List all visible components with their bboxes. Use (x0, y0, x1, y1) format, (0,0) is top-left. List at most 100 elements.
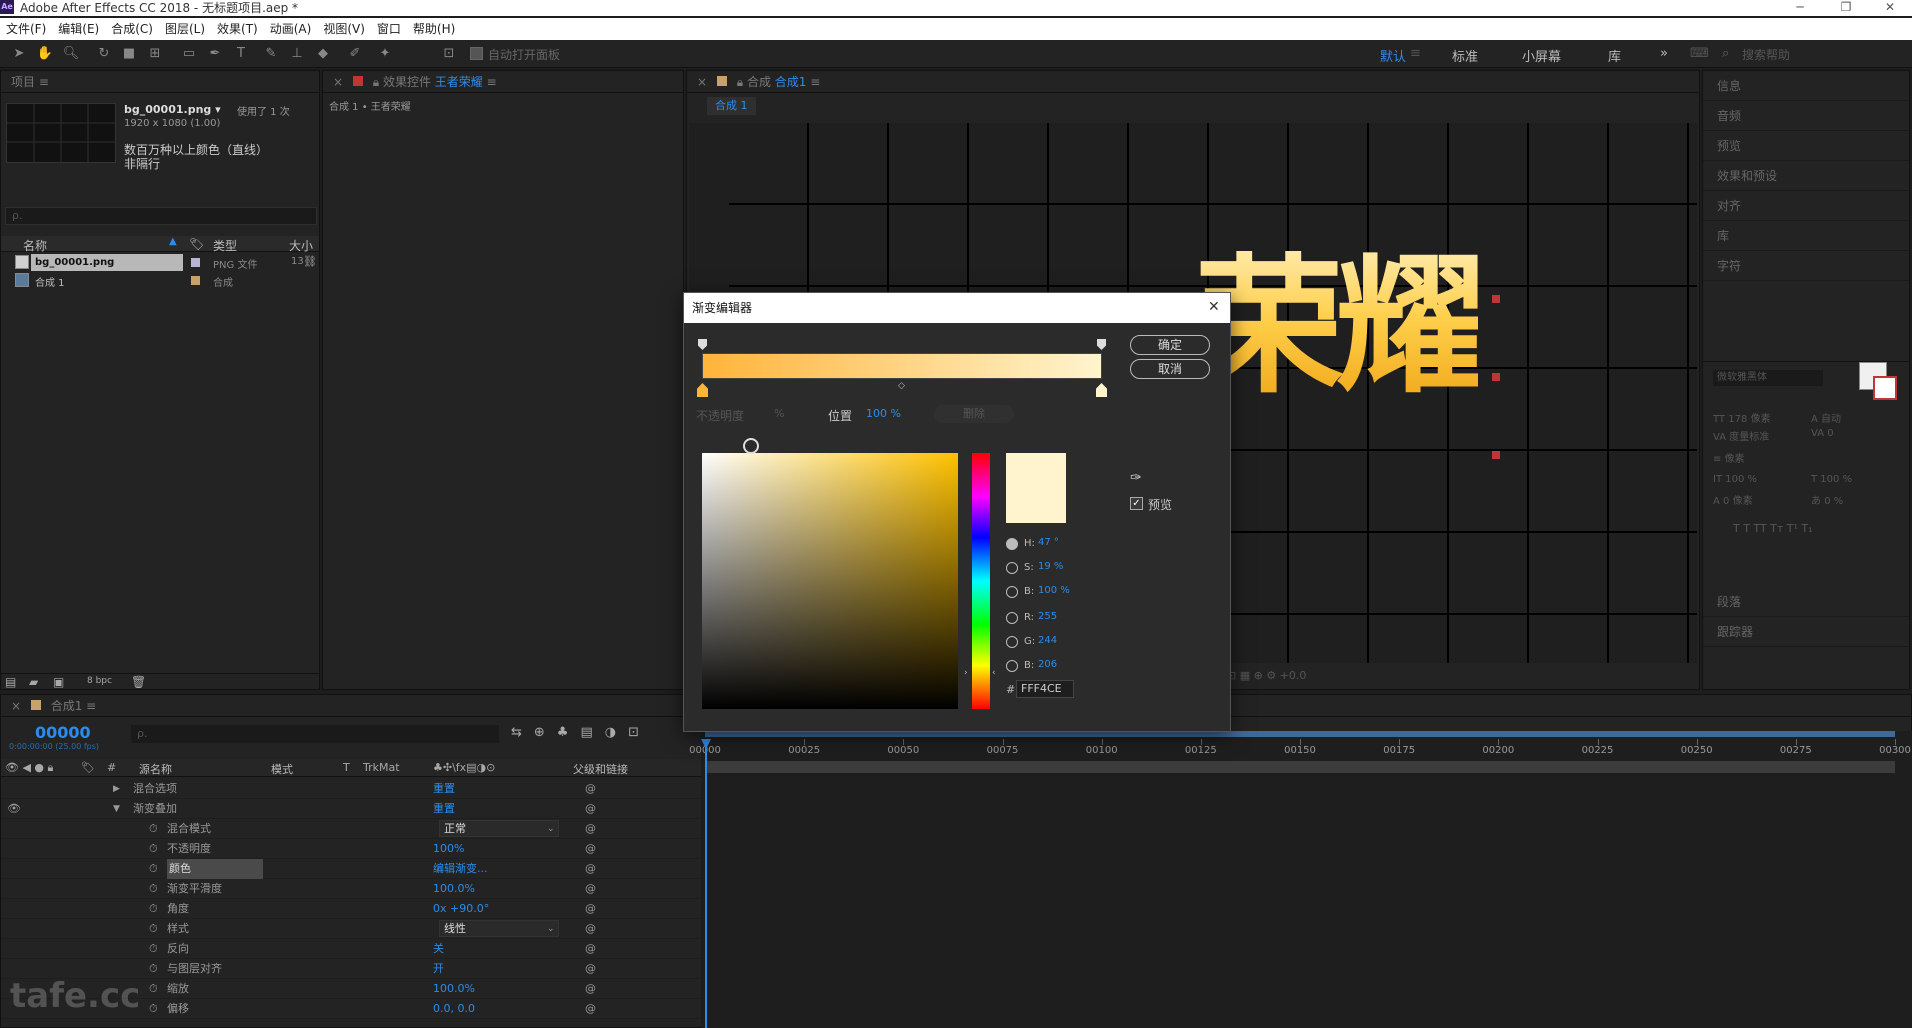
menu-item[interactable]: 文件(F) (0, 18, 52, 40)
trkmat-header[interactable]: TrkMat (363, 761, 400, 774)
preview-checkbox[interactable]: ✓ (1130, 497, 1143, 510)
effect-controls-layer[interactable]: 王者荣耀 (435, 75, 483, 89)
restore-icon[interactable]: ❐ (1826, 0, 1866, 14)
stroke-width-field[interactable]: ≡ 像素 (1713, 450, 1745, 465)
label-color-swatch[interactable] (191, 258, 200, 267)
vertical-scale-field[interactable]: IT 100 % (1713, 474, 1757, 485)
color-stop-left[interactable] (697, 383, 708, 397)
stopwatch-icon[interactable]: ⏱︎ (149, 919, 158, 939)
pickwhip-icon[interactable]: @ (585, 799, 596, 819)
clone-stamp-tool-icon[interactable]: ⊥ (288, 45, 306, 63)
column-type[interactable]: 类型 (213, 237, 237, 254)
hue-slider[interactable] (972, 453, 990, 709)
property-label[interactable]: 角度 (167, 899, 189, 919)
color-mode-radio[interactable] (1006, 586, 1018, 598)
timeline-switch-icons[interactable]: ⇆⊕♣▤◑⊡ (511, 725, 651, 740)
twirl-arrow-icon[interactable]: ▶ (113, 779, 120, 799)
pickwhip-icon[interactable]: @ (585, 919, 596, 939)
property-value[interactable]: 100.0% (433, 879, 475, 899)
menu-item[interactable]: 效果(T) (211, 18, 264, 40)
color-component-field[interactable]: S: 19 % (1006, 559, 1126, 577)
av-switch-icons[interactable]: 👁︎ ◀ ● 🔒︎ (5, 761, 53, 775)
timeline-property-row[interactable]: ⏱︎ 渐变平滑度 100.0% @ (1, 879, 701, 899)
selection-tool-icon[interactable]: ➤ (10, 45, 28, 63)
stopwatch-icon[interactable]: ⏱︎ (149, 859, 158, 879)
parent-header[interactable]: 父级和链接 (573, 761, 628, 777)
close-tab-icon[interactable]: × (11, 699, 21, 713)
close-icon[interactable]: ✕ (1870, 0, 1910, 14)
property-label[interactable]: 混合选项 (133, 779, 177, 799)
menu-item[interactable]: 合成(C) (105, 18, 159, 40)
ok-button[interactable]: 确定 (1130, 335, 1210, 355)
opacity-stop-left[interactable] (698, 339, 707, 350)
property-label[interactable]: 渐变叠加 (133, 799, 177, 819)
pickwhip-icon[interactable]: @ (585, 939, 596, 959)
vertical-scale-value[interactable]: 100 % (1725, 474, 1757, 485)
work-area-bar[interactable] (705, 761, 1895, 773)
paragraph-panel[interactable]: 段落 (1703, 587, 1909, 617)
stopwatch-icon[interactable]: ⏱︎ (149, 899, 158, 919)
pickwhip-icon[interactable]: @ (585, 839, 596, 859)
menu-item[interactable]: 窗口 (371, 18, 407, 40)
layer-handle[interactable] (1492, 295, 1500, 303)
property-value[interactable]: 100% (433, 839, 464, 859)
timeline-property-row[interactable]: ⏱︎ 不透明度 100% @ (1, 839, 701, 859)
horizontal-scale-field[interactable]: T 100 % (1811, 474, 1852, 485)
color-component-value[interactable]: 19 % (1038, 561, 1063, 572)
timeline-property-row[interactable]: 👁︎ ▼ 渐变叠加 重置 @ (1, 799, 701, 819)
color-component-value[interactable]: 206 (1038, 659, 1057, 670)
label-tag-icon[interactable]: 🏷︎ (81, 761, 95, 774)
color-mode-radio[interactable] (1006, 660, 1018, 672)
menu-item[interactable]: 视图(V) (317, 18, 371, 40)
cancel-button[interactable]: 取消 (1130, 359, 1210, 379)
stopwatch-icon[interactable]: ⏱︎ (149, 979, 158, 999)
stopwatch-icon[interactable]: ⏱︎ (149, 999, 158, 1019)
column-name[interactable]: 名称 (23, 237, 47, 254)
property-value[interactable]: 关 (433, 939, 444, 959)
right-panel-item[interactable]: 音频 (1703, 101, 1909, 131)
type-tool-icon[interactable]: T (232, 45, 250, 63)
project-item-row[interactable]: bg_00001.png PNG 文件 13 ⛓ (1, 254, 319, 271)
project-item-name[interactable]: bg_00001.png (31, 254, 183, 271)
mode-header[interactable]: 模式 (271, 761, 293, 777)
layer-handle[interactable] (1492, 451, 1500, 459)
visibility-eye-icon[interactable]: 👁︎ (7, 799, 21, 819)
time-ruler[interactable]: 0000000025000500007500100001250015000175… (689, 739, 1912, 759)
kerning-field[interactable]: VA 度量标准 (1713, 428, 1769, 443)
font-family-select[interactable]: 微软雅黑体 (1713, 370, 1823, 386)
rectangle-tool-icon[interactable]: ▭ (180, 45, 198, 63)
pen-tool-icon[interactable]: ✒ (206, 45, 224, 63)
property-label[interactable]: 样式 (167, 919, 189, 939)
property-label[interactable]: 缩放 (167, 979, 189, 999)
color-component-value[interactable]: 100 % (1038, 585, 1070, 596)
dialog-close-icon[interactable]: ✕ (1208, 299, 1220, 315)
hue-slider-handle-left[interactable]: › (964, 668, 968, 678)
menu-item[interactable]: 帮助(H) (407, 18, 461, 40)
property-label[interactable]: 渐变平滑度 (167, 879, 222, 899)
eraser-tool-icon[interactable]: ◆ (314, 45, 332, 63)
chevron-down-icon[interactable]: ⌄ (547, 819, 555, 839)
tracking-value[interactable]: 0 (1827, 428, 1833, 439)
color-component-field[interactable]: H: 47 ° (1006, 535, 1126, 553)
viewer-control-icons[interactable]: ⊡ ▦ ⊕ ⚙ +0.0 (1227, 669, 1306, 682)
stopwatch-icon[interactable]: ⏱︎ (149, 819, 158, 839)
color-mode-radio[interactable] (1006, 538, 1018, 550)
right-panel-item[interactable]: 效果和预设 (1703, 161, 1909, 191)
pickwhip-icon[interactable]: @ (585, 979, 596, 999)
minimize-icon[interactable]: ─ (1780, 0, 1820, 14)
stopwatch-icon[interactable]: ⏱︎ (149, 939, 158, 959)
zoom-tool-icon[interactable]: 🔍︎ (62, 45, 80, 63)
tsume-field[interactable]: あ 0 % (1811, 492, 1843, 507)
gradient-midpoint-icon[interactable]: ◇ (898, 381, 905, 391)
workspace-standard[interactable]: 标准 (1452, 46, 1478, 65)
property-value[interactable]: 重置 (433, 799, 455, 819)
workspace-default[interactable]: 默认 (1380, 46, 1406, 65)
stopwatch-icon[interactable]: ⏱︎ (149, 959, 158, 979)
snapping-icon[interactable]: ⊡ (440, 45, 458, 63)
color-component-field[interactable]: B: 206 (1006, 657, 1126, 675)
bit-depth-button[interactable]: 8 bpc (87, 676, 112, 686)
leading-field[interactable]: A 自动 (1811, 410, 1841, 425)
tracker-panel[interactable]: 跟踪器 (1703, 617, 1909, 647)
project-item-name[interactable]: 合成 1 (35, 274, 65, 289)
property-value[interactable]: 0.0, 0.0 (433, 999, 475, 1019)
